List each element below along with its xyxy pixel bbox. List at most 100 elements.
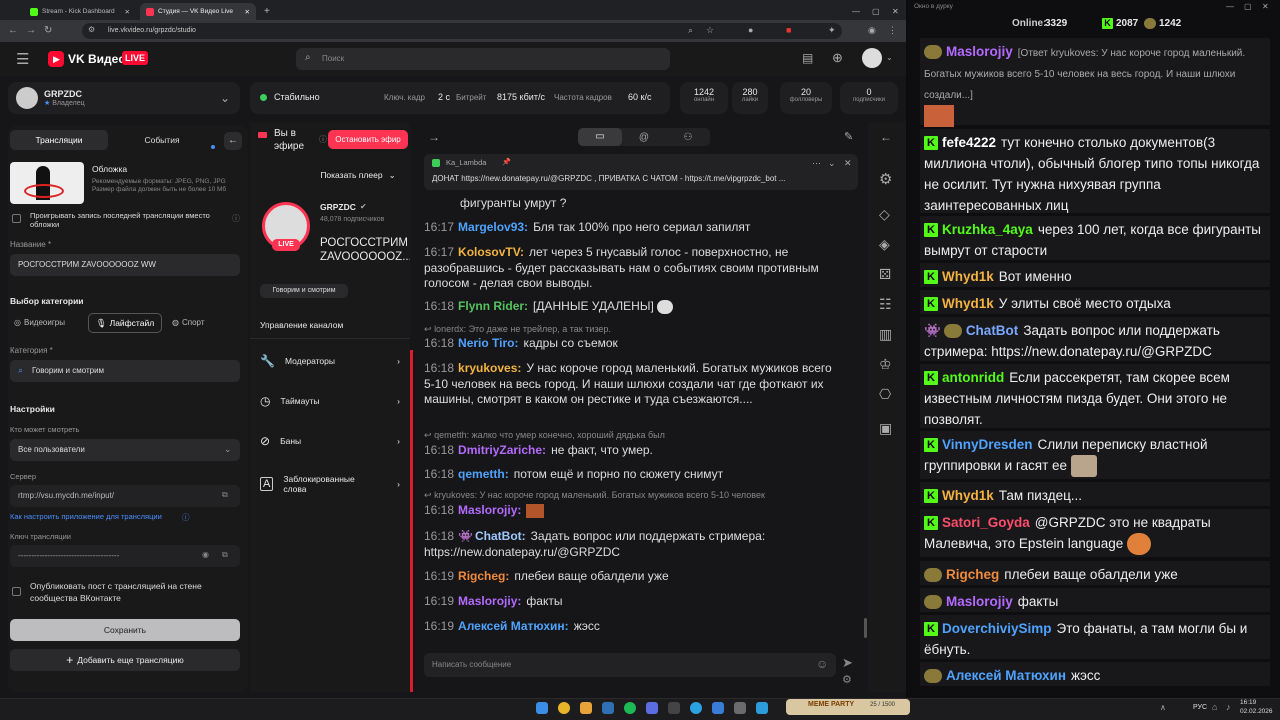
gamepad-icon[interactable]: ⎔	[879, 386, 891, 403]
tab-streams[interactable]: Трансляции	[10, 130, 108, 150]
chart-icon[interactable]: ▥	[879, 326, 892, 343]
gem-icon[interactable]: ◈	[879, 236, 890, 253]
settings-icon[interactable]: ⚙	[842, 673, 852, 686]
dice-icon[interactable]: ⚄	[879, 266, 891, 283]
copy-icon[interactable]: ⧉	[222, 490, 228, 500]
menu-dots-icon[interactable]: ⋮	[888, 25, 897, 36]
app-icon[interactable]	[734, 702, 746, 714]
server-input[interactable]: rtmp://vsu.mycdn.me/input/	[10, 485, 240, 507]
app-icon[interactable]	[756, 702, 768, 714]
volume-icon[interactable]: ♪	[1226, 702, 1231, 712]
message-user[interactable]: Алексей Матюхин	[946, 668, 1066, 683]
chevron-down-icon[interactable]: ⌄	[886, 53, 893, 62]
who-can-watch-select[interactable]: Все пользователи	[10, 439, 240, 461]
window-close-button[interactable]: ✕	[886, 3, 905, 20]
tab-events[interactable]: События	[118, 130, 206, 150]
menu-blocked-words[interactable]: A Заблокированные слова ›	[260, 474, 400, 494]
publish-checkbox[interactable]	[12, 587, 21, 596]
message-user[interactable]: Maslorojiy:	[458, 594, 521, 608]
category-tag[interactable]: Говорим и смотрим	[260, 284, 348, 298]
message-user[interactable]: DoverchiviySimp	[942, 621, 1052, 636]
help-icon[interactable]: ⓘ	[182, 512, 190, 523]
list-icon[interactable]: ☷	[879, 296, 892, 313]
mention-icon[interactable]: @	[622, 132, 666, 143]
message-user[interactable]: Nerio Tiro:	[458, 336, 518, 350]
file-explorer-icon[interactable]	[580, 702, 592, 714]
message-user[interactable]: KolosovTV:	[458, 245, 524, 259]
reload-icon[interactable]: ↻	[44, 25, 52, 36]
users-icon[interactable]: ⚇	[666, 132, 710, 143]
tab-kick[interactable]: Stream - Kick Dashboard ✕	[24, 3, 136, 20]
clock-date[interactable]: 02.02.2026	[1240, 708, 1273, 715]
site-info-icon[interactable]: ⚙	[88, 25, 95, 34]
message-user[interactable]: fefe4222	[942, 135, 996, 150]
extension-icon[interactable]: ●	[748, 25, 753, 35]
message-user[interactable]: DmitriyZariche:	[458, 443, 546, 457]
add-icon[interactable]: ⊕	[832, 50, 843, 66]
save-button[interactable]: Сохранить	[10, 619, 240, 641]
close-icon[interactable]: ✕	[125, 8, 130, 16]
replay-checkbox[interactable]	[12, 214, 21, 223]
spotify-icon[interactable]	[624, 702, 636, 714]
add-stream-button[interactable]: + Добавить еще трансляцию	[10, 649, 240, 671]
obs-icon[interactable]	[668, 702, 680, 714]
message-user[interactable]: qemetth:	[458, 467, 509, 481]
language-indicator[interactable]: РУС	[1193, 704, 1207, 711]
eye-icon[interactable]: ◉	[202, 550, 209, 559]
message-user[interactable]: ChatBot:	[475, 529, 526, 543]
back-arrow-icon[interactable]: ←	[880, 130, 892, 144]
clock-time[interactable]: 16:19	[1240, 699, 1256, 706]
more-icon[interactable]: ⋯	[812, 158, 821, 169]
send-icon[interactable]: ➤	[842, 655, 853, 671]
message-user[interactable]: Kruzhka_4aya	[942, 222, 1033, 237]
steam-icon[interactable]	[602, 702, 614, 714]
message-user[interactable]: Maslorojiy	[946, 44, 1013, 59]
discord-icon[interactable]	[646, 702, 658, 714]
message-user[interactable]: Flynn Rider:	[458, 299, 528, 313]
message-user[interactable]: Whyd1k	[942, 488, 994, 503]
category-input[interactable]: Говорим и смотрим	[10, 360, 240, 382]
tray-chevron-icon[interactable]: ∧	[1160, 703, 1166, 712]
pin-icon[interactable]: ✎	[844, 130, 853, 143]
emoji-icon[interactable]: ☺	[816, 657, 828, 671]
hamburger-icon[interactable]: ☰	[16, 50, 29, 68]
stop-stream-button[interactable]: Остановить эфир	[328, 130, 408, 149]
chat-scrollbar[interactable]	[864, 618, 867, 638]
start-menu-icon[interactable]	[536, 702, 548, 714]
maximize-button[interactable]: ▢	[866, 3, 886, 20]
minimize-button[interactable]: —	[846, 3, 866, 20]
category-lifestyle-tab[interactable]: 🎙 Лайфстайл	[88, 313, 162, 333]
settings-icon[interactable]: ⚙	[879, 170, 892, 188]
clips-icon[interactable]: ▣	[879, 420, 892, 437]
close-icon[interactable]: ✕	[245, 8, 250, 16]
collapse-arrow-icon[interactable]: →	[428, 130, 440, 144]
app-icon[interactable]	[712, 702, 724, 714]
message-user[interactable]: Margelov93:	[458, 220, 528, 234]
profile-icon[interactable]: ◉	[868, 25, 876, 36]
stream-name-input[interactable]: РОСГОССТРИМ ZAVOOOOOOZ WW	[10, 254, 240, 276]
vk-video-logo[interactable]: ▶	[48, 51, 64, 67]
howto-link[interactable]: Как настроить приложение для трансляции	[10, 512, 162, 521]
new-tab-button[interactable]: +	[258, 3, 276, 20]
message-user[interactable]: Satori_Goyda	[942, 515, 1030, 530]
menu-bans[interactable]: ⊘ Баны ›	[260, 434, 400, 448]
chrome-icon[interactable]	[558, 702, 570, 714]
chat-bubbles-icon[interactable]: ▭	[578, 128, 622, 146]
chat-input[interactable]: Написать сообщение ☺	[424, 653, 836, 677]
info-icon[interactable]: ⓘ	[319, 134, 327, 145]
message-user[interactable]: Алексей Матюхин:	[458, 619, 569, 633]
menu-timeouts[interactable]: ◷ Таймауты ›	[260, 394, 400, 408]
message-user[interactable]: Rigcheg:	[458, 569, 509, 583]
bookmark-star-icon[interactable]: ☆	[706, 25, 714, 36]
telegram-icon[interactable]	[690, 702, 702, 714]
message-user[interactable]: VinnyDresden	[942, 437, 1033, 452]
copy-icon[interactable]: ⧉	[222, 550, 228, 560]
message-user[interactable]: Maslorojiy:	[458, 503, 521, 517]
help-icon[interactable]: ⓘ	[232, 213, 240, 224]
message-user[interactable]: Whyd1k	[942, 269, 994, 284]
message-user[interactable]: Maslorojiy	[946, 594, 1013, 609]
channel-selector[interactable]: GRPZDC ★ Владелец ⌄	[8, 82, 240, 114]
url-field[interactable]: live.vkvideo.ru/grpzdc/studio	[82, 23, 842, 39]
forward-icon[interactable]: →	[26, 25, 36, 36]
maximize-button[interactable]: ▢	[1244, 2, 1252, 11]
